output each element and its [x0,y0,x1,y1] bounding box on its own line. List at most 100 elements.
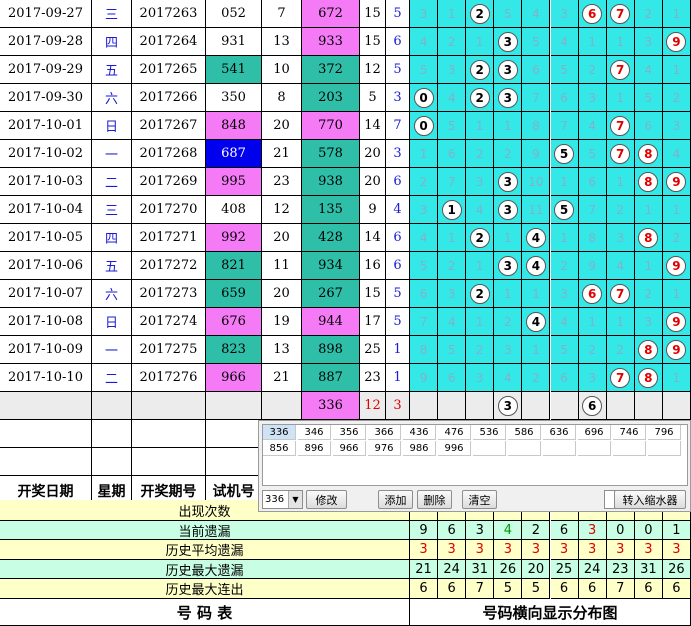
empty-cell [0,420,92,448]
candidate-number[interactable]: 966 [333,441,366,456]
open-span: 6 [386,168,410,196]
candidate-number[interactable]: 436 [403,425,436,440]
candidate-number[interactable]: 746 [613,425,646,440]
draw-period: 2017273 [132,280,206,308]
candidate-number[interactable] [543,441,576,456]
distribution-cell: 4 [634,56,663,84]
candidate-number[interactable] [508,441,541,456]
distribution-cell: 4 [522,224,551,252]
chevron-down-icon[interactable]: ▼ [288,491,302,508]
test-sum: 20 [262,224,302,252]
distribution-cell: 3 [578,84,607,112]
distribution-cell: 1 [494,112,523,140]
candidate-number[interactable]: 636 [543,425,576,440]
stat-label: 当前遗漏 [0,521,410,540]
candidate-number-panel: 336 346 356 366 436 476 536 586 636 696 746 796 856 8… [258,420,691,512]
candidate-number[interactable]: 976 [368,441,401,456]
test-sum: 13 [262,28,302,56]
distribution-cell: 1 [438,224,467,252]
number-ball: 7 [610,3,631,24]
distribution-cell: 1 [606,28,635,56]
draw-date: 2017-10-01 [0,112,92,140]
stat-value: 3 [662,540,691,560]
open-sum: 9 [360,196,386,224]
distribution-cell: 2 [438,252,467,280]
distribution-cell: 5 [550,56,579,84]
candidate-number[interactable] [648,441,681,456]
number-ball: 0 [413,115,434,136]
number-ball: 9 [666,31,687,52]
distribution-cell: 3 [466,168,495,196]
stat-value: 3 [522,540,551,560]
next-open-span: 3 [386,392,410,420]
distribution-cell: 9 [662,252,691,280]
open-span: 6 [386,252,410,280]
distribution-cell: 2 [578,56,607,84]
distribution-cell: 9 [662,168,691,196]
candidate-number[interactable] [473,441,506,456]
candidate-number[interactable]: 536 [473,425,506,440]
weekday: 日 [92,112,132,140]
clear-button[interactable]: 清空 [462,490,497,509]
modify-button[interactable]: 修改 [306,490,347,509]
open-sum: 17 [360,308,386,336]
distribution-cell: 8 [634,224,663,252]
draw-date: 2017-09-30 [0,84,92,112]
candidate-number[interactable]: 476 [438,425,471,440]
distribution-cell: 6 [410,280,439,308]
distribution-cell: 8 [634,168,663,196]
candidate-number[interactable]: 356 [333,425,366,440]
draw-date: 2017-10-05 [0,224,92,252]
distribution-cell: 4 [550,308,579,336]
candidate-number[interactable]: 896 [298,441,331,456]
open-sum: 15 [360,0,386,28]
open-span: 7 [386,112,410,140]
candidate-number[interactable]: 346 [298,425,331,440]
candidate-number[interactable] [578,441,611,456]
open-number: 944 [302,308,360,336]
candidate-number[interactable]: 586 [508,425,541,440]
distribution-cell: 1 [662,0,691,28]
open-number: 938 [302,168,360,196]
test-number: 676 [206,308,262,336]
number-ball: 7 [610,143,631,164]
stat-value: 3 [466,521,495,540]
stat-value: 26 [494,560,523,579]
draw-date: 2017-09-29 [0,56,92,84]
candidate-number[interactable]: 696 [578,425,611,440]
stat-value: 0 [634,521,663,540]
draw-period: 2017269 [132,168,206,196]
stat-label: 历史最大遗漏 [0,560,410,579]
candidate-number[interactable]: 336 [263,425,296,440]
distribution-cell: 3 [494,168,523,196]
test-sum: 23 [262,168,302,196]
distribution-cell: 1 [606,168,635,196]
stat-value: 31 [466,560,495,579]
distribution-cell: 7 [550,112,579,140]
open-number: 887 [302,364,360,392]
candidate-number[interactable] [613,441,646,456]
candidate-number[interactable]: 996 [438,441,471,456]
draw-period: 2017263 [132,0,206,28]
candidate-combo[interactable]: 336 ▼ [262,490,303,509]
distribution-cell: 5 [438,112,467,140]
candidate-number[interactable]: 366 [368,425,401,440]
open-span: 6 [386,224,410,252]
stat-value: 6 [410,579,439,599]
open-number: 934 [302,252,360,280]
add-button[interactable]: 添加 [378,490,413,509]
distribution-cell: 5 [494,0,523,28]
candidate-number[interactable]: 856 [263,441,296,456]
shrink-transfer-button[interactable]: 转入缩水器 [614,490,686,509]
candidate-number[interactable]: 796 [648,425,681,440]
candidate-number[interactable]: 986 [403,441,436,456]
weekday: 五 [92,56,132,84]
weekday: 六 [92,84,132,112]
distribution-cell: 4 [410,28,439,56]
empty-cell [132,448,206,476]
weekday: 四 [92,224,132,252]
open-number: 770 [302,112,360,140]
delete-button[interactable]: 删除 [417,490,452,509]
draw-date: 2017-10-04 [0,196,92,224]
number-ball: 7 [610,367,631,388]
